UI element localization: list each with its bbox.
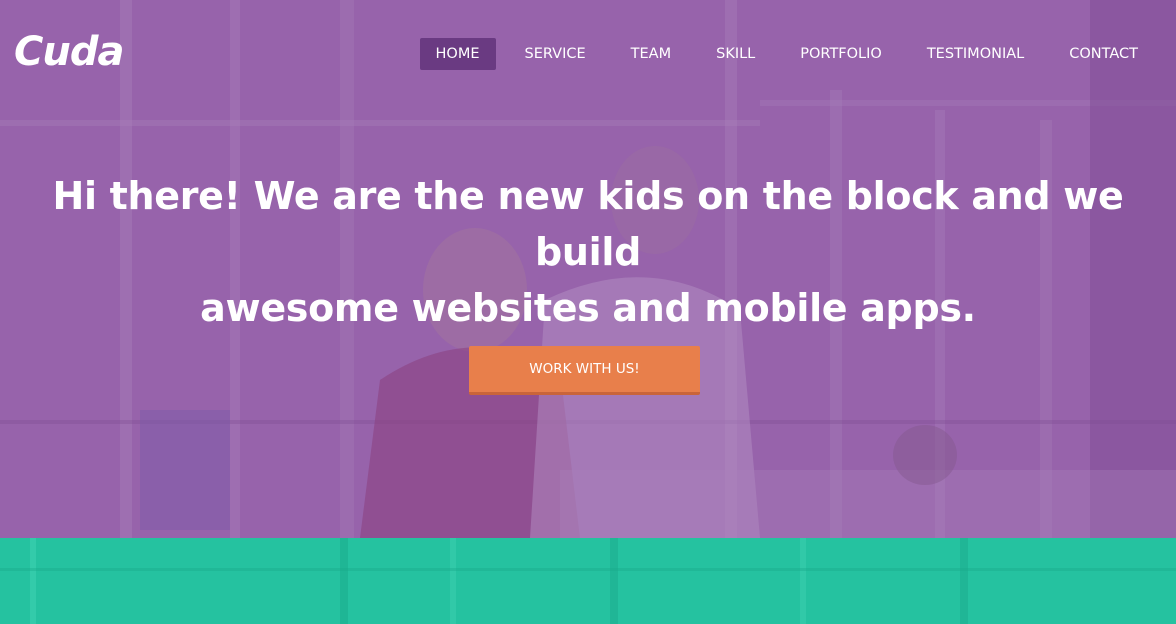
next-section-background-image	[0, 538, 1176, 624]
hero-section: Cuda HOME SERVICE TEAM SKILL PORTFOLIO T…	[0, 0, 1176, 538]
main-nav: HOME SERVICE TEAM SKILL PORTFOLIO TESTIM…	[407, 38, 1154, 70]
hero-headline-line-2: awesome websites and mobile apps.	[200, 286, 976, 330]
nav-item-portfolio[interactable]: PORTFOLIO	[784, 38, 898, 70]
hero-headline-line-1: Hi there! We are the new kids on the blo…	[52, 174, 1124, 274]
nav-item-service[interactable]: SERVICE	[509, 38, 602, 70]
brand-logo[interactable]: Cuda	[14, 26, 124, 78]
next-section	[0, 538, 1176, 624]
landing-page: Cuda HOME SERVICE TEAM SKILL PORTFOLIO T…	[0, 0, 1176, 624]
nav-item-team[interactable]: TEAM	[615, 38, 687, 70]
nav-item-testimonial[interactable]: TESTIMONIAL	[911, 38, 1040, 70]
work-with-us-button[interactable]: WORK WITH US!	[469, 346, 700, 395]
nav-item-home[interactable]: HOME	[419, 38, 496, 70]
nav-item-skill[interactable]: SKILL	[700, 38, 771, 70]
nav-item-contact[interactable]: CONTACT	[1053, 38, 1154, 70]
hero-headline: Hi there! We are the new kids on the blo…	[40, 168, 1136, 336]
